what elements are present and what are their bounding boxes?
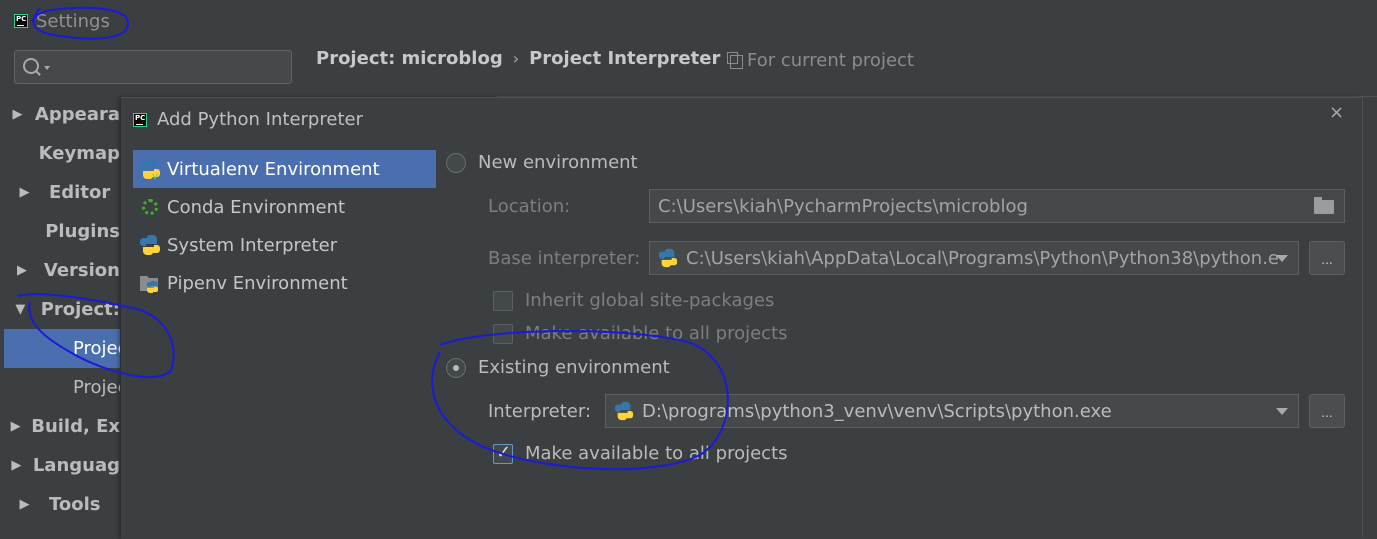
scope-note: For current project xyxy=(727,50,914,71)
breadcrumb-separator: › xyxy=(512,49,520,68)
settings-nav-item[interactable]: ▶ Languag xyxy=(0,446,120,485)
settings-nav-label: Build, Ex xyxy=(31,416,120,437)
close-icon[interactable]: × xyxy=(1329,102,1344,123)
existing-environment-option[interactable]: Existing environment xyxy=(446,357,670,378)
settings-title: Settings xyxy=(36,10,110,32)
inherit-site-packages-option[interactable]: Inherit global site-packages xyxy=(493,290,774,311)
expand-right-icon[interactable]: ▶ xyxy=(0,419,31,434)
settings-nav-item[interactable]: ▶ Build, Ex xyxy=(0,407,120,446)
settings-nav-item[interactable]: Plugins xyxy=(0,212,120,251)
inherit-site-packages-checkbox[interactable] xyxy=(493,290,513,311)
add-python-interpreter-dialog: Add Python Interpreter × v Virtualenv En… xyxy=(121,97,1361,539)
new-env-make-available-label: Make available to all projects xyxy=(525,323,788,344)
settings-search-input[interactable] xyxy=(14,50,292,84)
pipenv-icon xyxy=(140,276,158,293)
chevron-down-icon xyxy=(1276,408,1288,421)
settings-nav-label: Version xyxy=(43,260,120,281)
python-venv-icon xyxy=(614,401,634,421)
environment-type-list: v Virtualenv Environment Conda Environme… xyxy=(133,150,436,302)
existing-environment-radio[interactable] xyxy=(446,357,466,378)
expand-right-icon[interactable]: ▶ xyxy=(0,107,35,122)
env-type-label: Conda Environment xyxy=(167,196,346,218)
env-type-label: System Interpreter xyxy=(167,234,338,256)
location-field[interactable]: C:\Users\kiah\PycharmProjects\microblog xyxy=(649,189,1345,223)
env-type-label: Pipenv Environment xyxy=(167,272,348,294)
settings-nav-label: Languag xyxy=(32,455,120,476)
settings-nav-item[interactable]: Projec xyxy=(0,368,120,407)
existing-env-make-available-option[interactable]: Make available to all projects xyxy=(493,442,788,464)
env-type-virtualenv[interactable]: v Virtualenv Environment xyxy=(133,150,436,188)
search-options-chevron-icon[interactable] xyxy=(44,66,50,73)
location-value: C:\Users\kiah\PycharmProjects\microblog xyxy=(658,195,1028,217)
chevron-down-icon xyxy=(1276,255,1288,268)
location-label: Location: xyxy=(488,196,571,217)
base-interpreter-label: Base interpreter: xyxy=(488,248,641,269)
interpreter-select[interactable]: D:\programs\python3_venv\venv\Scripts\py… xyxy=(605,394,1299,428)
base-interpreter-value: C:\Users\kiah\AppData\Local\Programs\Pyt… xyxy=(686,247,1279,269)
base-interpreter-browse-button[interactable]: ... xyxy=(1309,241,1345,275)
inherit-site-packages-label: Inherit global site-packages xyxy=(525,290,775,311)
search-icon xyxy=(23,58,39,74)
dialog-title: Add Python Interpreter xyxy=(157,109,363,130)
expand-down-icon[interactable]: ▼ xyxy=(0,302,41,317)
interpreter-label: Interpreter: xyxy=(488,401,592,422)
settings-nav-label: Project: xyxy=(40,299,120,320)
scope-note-text: For current project xyxy=(747,50,914,71)
new-env-make-available-option[interactable]: Make available to all projects xyxy=(493,323,788,344)
env-type-label: Virtualenv Environment xyxy=(167,158,380,180)
folder-icon[interactable] xyxy=(1314,197,1334,214)
env-type-system[interactable]: System Interpreter xyxy=(133,226,436,264)
settings-nav-item[interactable]: ▼ Project: xyxy=(0,290,120,329)
settings-nav-label: Keymap xyxy=(38,143,120,164)
new-env-make-available-checkbox[interactable] xyxy=(493,323,513,344)
settings-title-bar: Settings xyxy=(14,8,110,34)
new-environment-option[interactable]: New environment xyxy=(446,152,638,173)
pycharm-logo-icon xyxy=(14,14,28,28)
breadcrumb-project: Project: microblog xyxy=(316,48,503,69)
existing-env-make-available-checkbox[interactable] xyxy=(493,442,513,464)
interpreter-value: D:\programs\python3_venv\venv\Scripts\py… xyxy=(642,400,1112,422)
settings-nav-label: Appeara xyxy=(34,104,120,125)
env-type-conda[interactable]: Conda Environment xyxy=(133,188,436,226)
existing-env-make-available-label: Make available to all projects xyxy=(525,443,788,464)
expand-right-icon[interactable]: ▶ xyxy=(0,185,49,200)
breadcrumb: Project: microblog › Project Interpreter xyxy=(316,48,720,69)
settings-nav-item[interactable]: Keymap xyxy=(0,134,120,173)
settings-nav-label: Projec xyxy=(73,377,120,398)
settings-nav-label: Plugins xyxy=(45,221,120,242)
dialog-title-bar: Add Python Interpreter xyxy=(133,109,363,130)
settings-nav-label: Tools xyxy=(49,494,101,515)
settings-nav-item[interactable]: ▶ Version xyxy=(0,251,120,290)
env-type-pipenv[interactable]: Pipenv Environment xyxy=(133,264,436,302)
expand-right-icon[interactable]: ▶ xyxy=(0,497,49,512)
python-venv-icon: v xyxy=(140,159,160,180)
new-environment-radio[interactable] xyxy=(446,152,466,173)
svg-text:v: v xyxy=(152,171,158,180)
interpreter-browse-button[interactable]: ... xyxy=(1309,394,1345,428)
conda-icon xyxy=(142,199,158,215)
pycharm-logo-icon xyxy=(133,112,147,127)
expand-right-icon[interactable]: ▶ xyxy=(0,263,44,278)
breadcrumb-page: Project Interpreter xyxy=(529,48,721,69)
settings-nav-item[interactable]: Projec xyxy=(4,329,120,368)
expand-right-icon[interactable]: ▶ xyxy=(0,458,33,473)
settings-nav-label: Projec xyxy=(73,338,120,359)
python-icon xyxy=(658,248,678,268)
python-icon xyxy=(140,235,160,255)
copy-icon xyxy=(727,51,743,69)
settings-nav-item[interactable]: ▶ Appeara xyxy=(0,95,120,134)
settings-right-edge xyxy=(1362,97,1377,538)
settings-nav-item[interactable]: ▶ Editor xyxy=(0,173,120,212)
base-interpreter-select[interactable]: C:\Users\kiah\AppData\Local\Programs\Pyt… xyxy=(649,241,1299,275)
settings-nav-label: Editor xyxy=(49,182,111,203)
existing-environment-label: Existing environment xyxy=(478,357,670,378)
new-environment-label: New environment xyxy=(478,152,638,173)
settings-nav-item[interactable]: ▶ Tools xyxy=(0,485,120,524)
settings-nav-tree: ▶ Appeara Keymap ▶ Editor Plugins ▶ Version ▼ Pro… xyxy=(0,95,120,524)
